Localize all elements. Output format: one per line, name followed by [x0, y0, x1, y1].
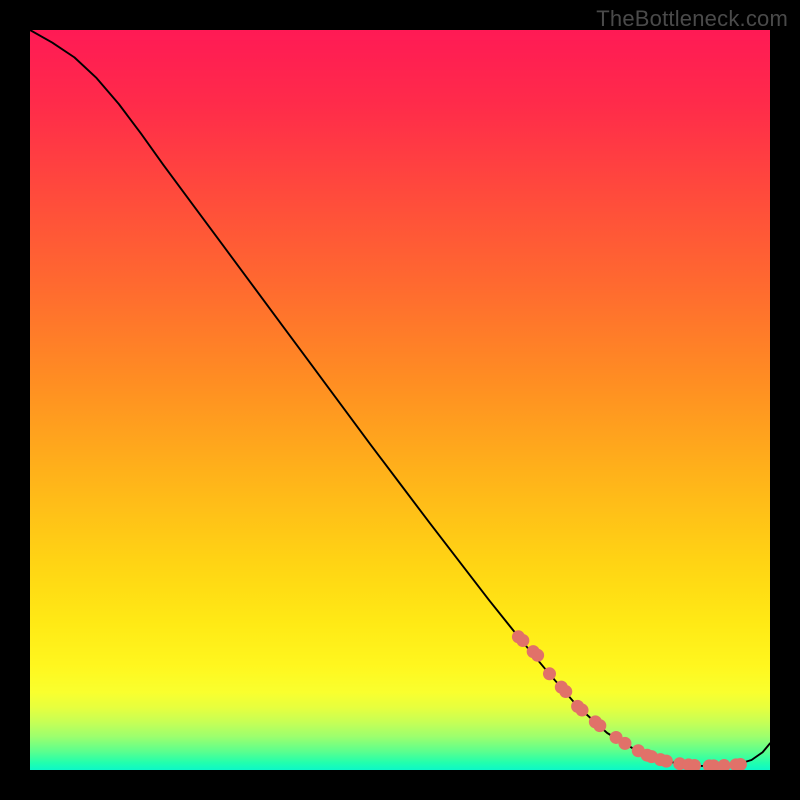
plot-area [30, 30, 770, 770]
marker-dot [660, 755, 673, 768]
marker-dot [531, 649, 544, 662]
chart-overlay [30, 30, 770, 770]
marker-dot [718, 759, 731, 770]
chart-container: TheBottleneck.com [0, 0, 800, 800]
watermark-text: TheBottleneck.com [596, 6, 788, 32]
marker-dot [516, 634, 529, 647]
marker-dots [512, 630, 747, 770]
marker-dot [543, 667, 556, 680]
marker-dot [618, 737, 631, 750]
marker-dot [593, 719, 606, 732]
marker-dot [559, 685, 572, 698]
marker-dot [576, 704, 589, 717]
main-curve [30, 30, 770, 766]
